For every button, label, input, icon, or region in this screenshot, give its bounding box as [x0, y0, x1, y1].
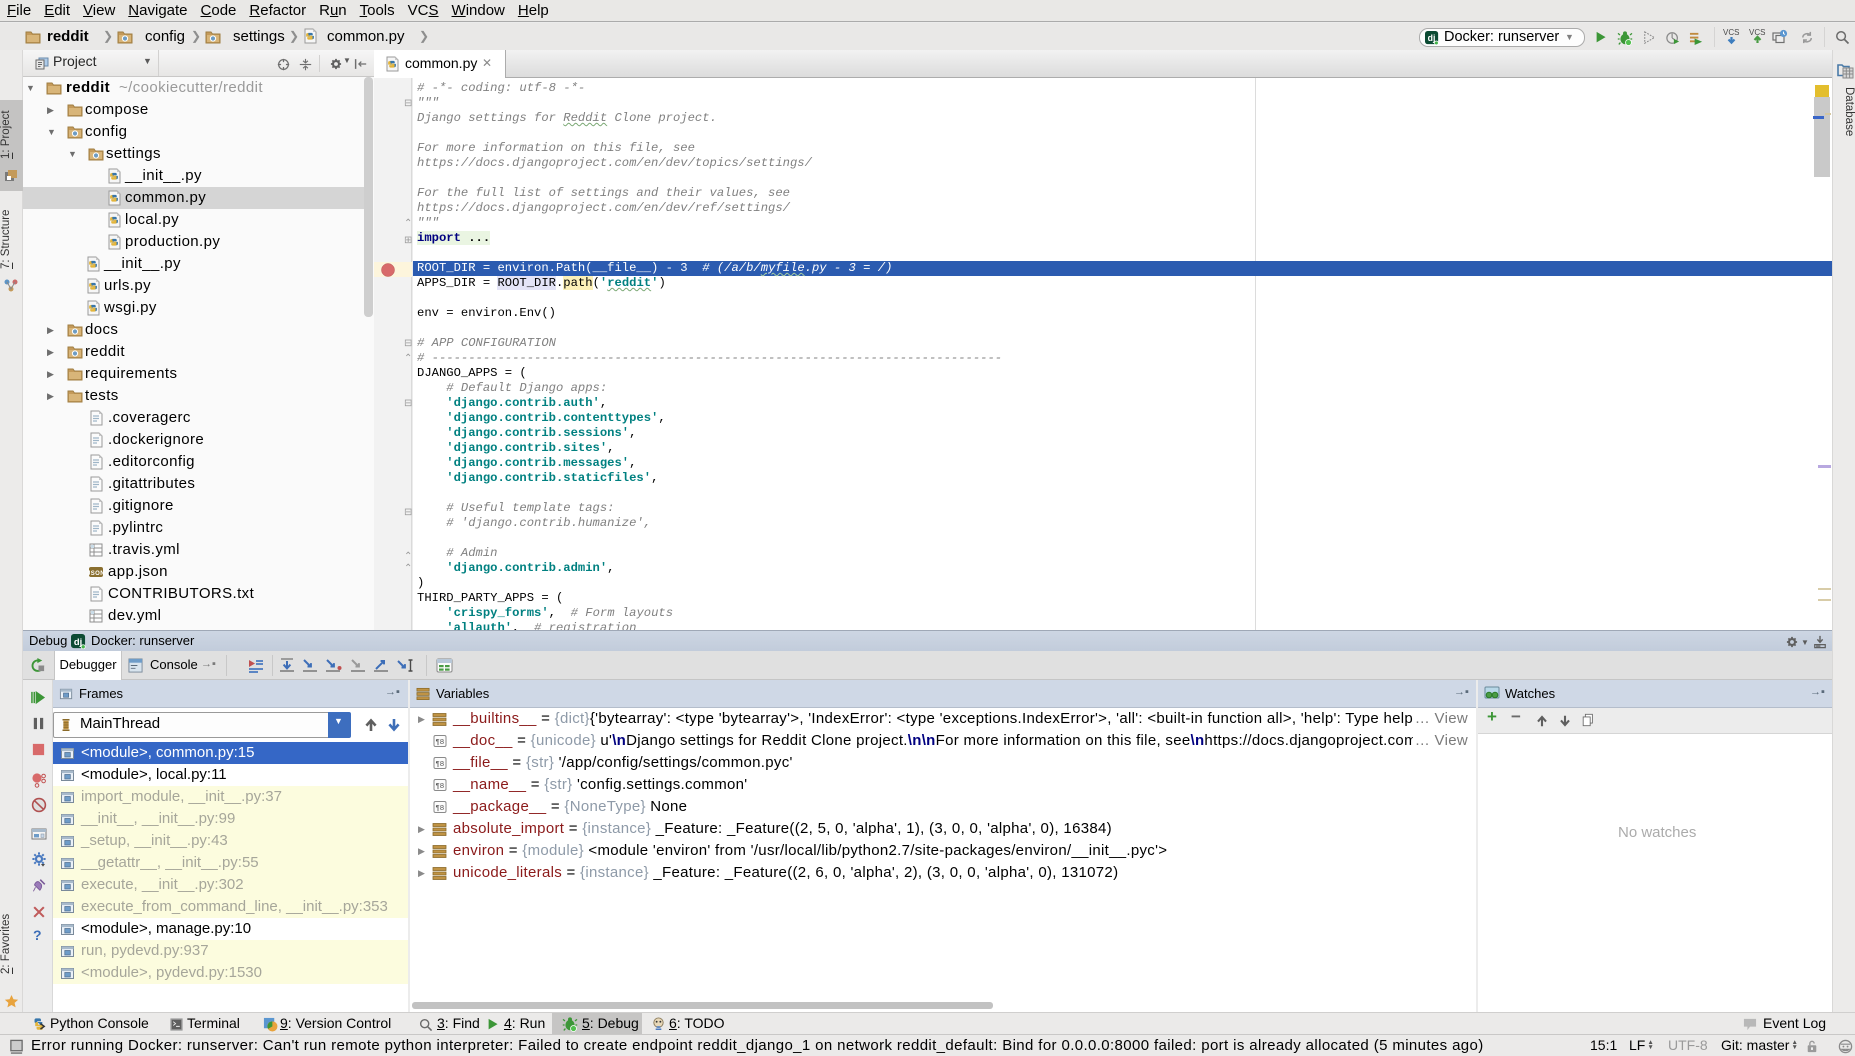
svg-text:VCS: VCS: [1723, 28, 1739, 37]
